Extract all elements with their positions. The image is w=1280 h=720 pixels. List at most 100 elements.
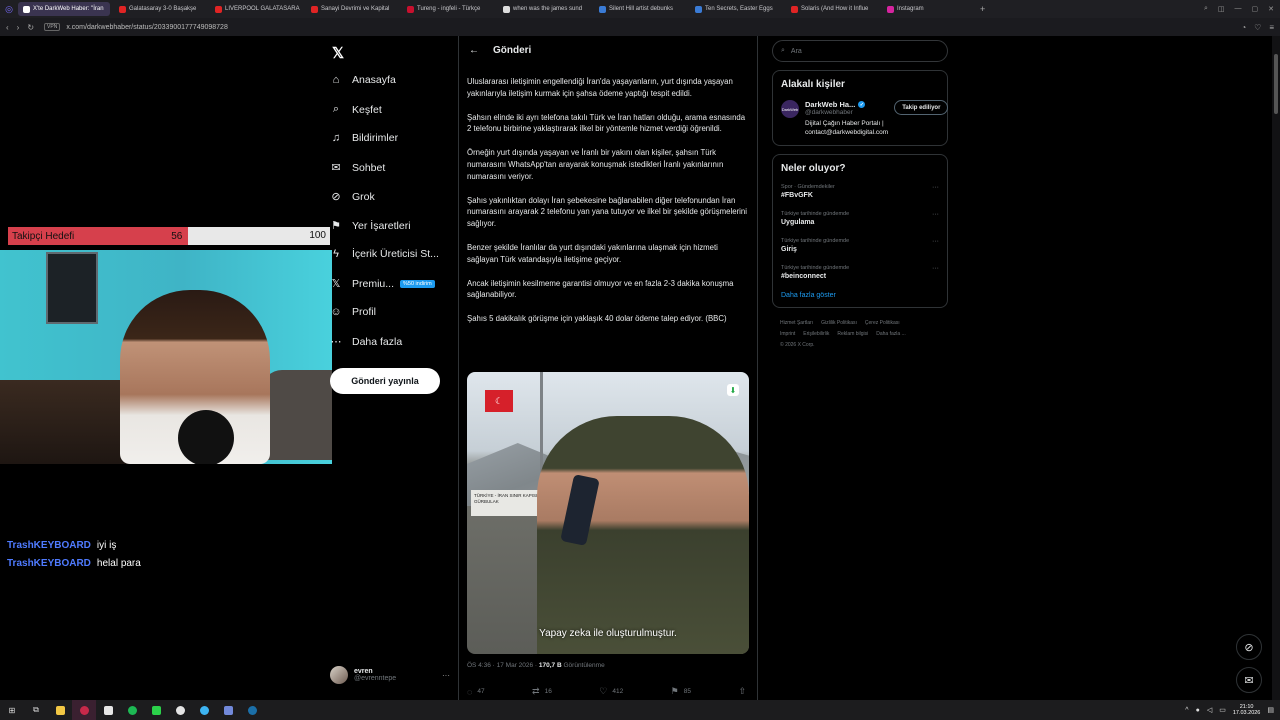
obs-icon[interactable] bbox=[168, 700, 192, 720]
scrollbar-thumb[interactable] bbox=[1274, 54, 1278, 114]
browser-tab[interactable]: Galatasaray 3-0 Başakşe bbox=[114, 2, 206, 16]
trend-item[interactable]: Spor · Gündemdekiler #FBvGFK ··· bbox=[781, 184, 939, 199]
app-icon[interactable] bbox=[144, 700, 168, 720]
browser-tab[interactable]: when was the james sund bbox=[498, 2, 590, 16]
share-button[interactable]: ⇧ bbox=[738, 686, 751, 697]
more-icon[interactable]: ··· bbox=[932, 238, 939, 245]
account-switcher[interactable]: evren @evrenntepe ··· bbox=[330, 666, 450, 684]
nav-item-label: Sohbet bbox=[352, 161, 386, 174]
chat-icon[interactable]: ◔ bbox=[1241, 23, 1246, 32]
like-button[interactable]: ♡ 412 bbox=[599, 686, 623, 697]
vpn-badge[interactable]: VPN bbox=[44, 23, 61, 31]
window-controls: ⌕ ◫ — ▢ ✕ bbox=[1204, 5, 1280, 13]
maximize-icon[interactable]: ▢ bbox=[1252, 5, 1259, 13]
browser-tab[interactable]: Silent Hill artist debunks bbox=[594, 2, 686, 16]
related-name[interactable]: DarkWeb Ha... bbox=[805, 100, 855, 109]
back-arrow-icon[interactable]: ← bbox=[469, 45, 479, 56]
microphone-icon[interactable]: ● bbox=[1196, 707, 1200, 714]
x-logo-icon[interactable]: 𝕏 bbox=[330, 44, 344, 62]
footer-link[interactable]: Hizmet Şartları bbox=[780, 320, 813, 326]
search-tabs-icon[interactable]: ⌕ bbox=[1204, 5, 1208, 13]
close-icon[interactable]: ✕ bbox=[1268, 5, 1274, 13]
more-icon[interactable]: ··· bbox=[932, 211, 939, 218]
nav-item-person[interactable]: ☺ Profil bbox=[330, 306, 376, 318]
nav-item-lightning[interactable]: ϟ İçerik Üreticisi St... bbox=[330, 248, 439, 260]
minimize-icon[interactable]: — bbox=[1235, 5, 1242, 13]
post-image[interactable]: ☾ TÜRKİYE - İRAN SINIR KAPISI GÜRBULAK ⬇… bbox=[467, 372, 749, 654]
footer-link[interactable]: Daha fazla ... bbox=[876, 331, 905, 337]
task-view-icon[interactable]: ⧉ bbox=[24, 700, 48, 720]
repost-button[interactable]: ⇄ 16 bbox=[532, 686, 552, 697]
file-explorer-icon[interactable] bbox=[48, 700, 72, 720]
avatar[interactable]: DarkWeb bbox=[781, 100, 799, 118]
bookmark-toolbar-icon[interactable]: ♡ bbox=[1254, 23, 1261, 32]
more-icon[interactable]: ··· bbox=[932, 184, 939, 191]
more-icon[interactable]: ··· bbox=[932, 265, 939, 272]
browser-tab[interactable]: LIVERPOOL GALATASARA bbox=[210, 2, 302, 16]
reload-icon[interactable]: ↻ bbox=[27, 23, 34, 32]
related-bio-line[interactable]: contact@darkwebdigital.com bbox=[805, 128, 888, 137]
grok-fab-icon[interactable]: ⊘ bbox=[1236, 634, 1262, 660]
browser-tab[interactable]: X'te DarkWeb Haber: "İran bbox=[18, 2, 110, 16]
scrollbar[interactable] bbox=[1272, 36, 1280, 700]
menu-icon[interactable]: ≡ bbox=[1269, 23, 1274, 32]
post-column: ← Gönderi Uluslararası iletişimin engell… bbox=[458, 36, 758, 702]
trend-item[interactable]: Türkiye tarihinde gündemde #beinconnect ··… bbox=[781, 265, 939, 280]
opera-gx-icon[interactable] bbox=[72, 700, 96, 720]
following-button[interactable]: Takip ediliyor bbox=[894, 100, 949, 115]
search-input[interactable]: ⌕ Ara bbox=[772, 40, 948, 62]
nav-item-x-premium[interactable]: 𝕏 Premiu... %50 indirim bbox=[330, 277, 435, 290]
nav-item-more-circle[interactable]: ⋯ Daha fazla bbox=[330, 335, 403, 349]
nav-item-grok[interactable]: ⊘ Grok bbox=[330, 190, 374, 204]
globe-icon[interactable] bbox=[192, 700, 216, 720]
show-more-link[interactable]: Daha fazla göster bbox=[781, 292, 939, 299]
footer-link[interactable]: Erişilebilirlik bbox=[803, 331, 829, 337]
notification-icon[interactable]: ▤ bbox=[1267, 706, 1274, 714]
url-field[interactable]: x.com/darkwebhaber/status/20339001777490… bbox=[66, 24, 228, 31]
chevron-up-icon[interactable]: ^ bbox=[1185, 707, 1188, 714]
trend-item[interactable]: Türkiye tarihinde gündemde Giriş ··· bbox=[781, 238, 939, 253]
footer-link[interactable]: Imprint bbox=[780, 331, 795, 337]
related-bio-line: Dijital Çağın Haber Portalı | bbox=[805, 120, 884, 127]
action-count: 412 bbox=[612, 688, 624, 695]
start-icon[interactable]: ⊞ bbox=[0, 700, 24, 720]
post-button[interactable]: Gönderi yayınla bbox=[330, 368, 440, 394]
back-icon[interactable]: ‹ bbox=[6, 23, 9, 32]
extensions-icon[interactable]: ◫ bbox=[1218, 5, 1225, 13]
bookmark-button[interactable]: ⚑ 85 bbox=[671, 686, 691, 697]
post-timestamp[interactable]: ÖS 4:36 · 17 Mar 2026 · bbox=[467, 662, 539, 669]
discord-icon[interactable] bbox=[216, 700, 240, 720]
spotify-icon[interactable] bbox=[120, 700, 144, 720]
nav-item-label: Yer İşaretleri bbox=[352, 219, 411, 232]
download-icon[interactable]: ⬇ bbox=[727, 384, 739, 396]
footer-link[interactable]: Çerez Politikası bbox=[865, 320, 900, 326]
nav-item-mail[interactable]: ✉ Sohbet bbox=[330, 161, 386, 175]
footer-link[interactable]: Reklam bilgisi bbox=[837, 331, 868, 337]
volume-icon[interactable]: ◁ bbox=[1207, 706, 1212, 714]
forward-icon[interactable]: › bbox=[17, 23, 20, 32]
more-icon[interactable]: ··· bbox=[442, 671, 450, 680]
nav-item-home[interactable]: ⌂ Anasayfa bbox=[330, 74, 396, 86]
browser-tab[interactable]: Solaris (And How it Influe bbox=[786, 2, 878, 16]
nav-item-bell[interactable]: ♫ Bildirimler bbox=[330, 132, 398, 144]
related-user[interactable]: DarkWeb DarkWeb Ha... ✓ @darkwebhaber Dij… bbox=[781, 100, 949, 137]
browser-tab[interactable]: Ten Secrets, Easter Eggs bbox=[690, 2, 782, 16]
reply-button[interactable]: ◌ 47 bbox=[467, 686, 485, 697]
background-cushion bbox=[262, 370, 332, 460]
related-handle: @darkwebhaber bbox=[805, 109, 853, 116]
nav-item-search[interactable]: ⌕ Keşfet bbox=[330, 103, 382, 116]
browser-logo-icon[interactable]: ◎ bbox=[0, 0, 18, 18]
views-count: 170,7 B bbox=[538, 662, 562, 669]
steam-icon[interactable] bbox=[240, 700, 264, 720]
nav-item-bookmark[interactable]: ⚑ Yer İşaretleri bbox=[330, 219, 411, 233]
clock[interactable]: 21:10 17.03.2026 bbox=[1233, 704, 1261, 717]
browser-tab[interactable]: Sanayi Devrimi ve Kapital bbox=[306, 2, 398, 16]
trend-item[interactable]: Türkiye tarihinde gündemde Uygulama ··· bbox=[781, 211, 939, 226]
browser-tab[interactable]: Tureng - ingfeli - Türkçe bbox=[402, 2, 494, 16]
new-tab-button[interactable]: + bbox=[980, 4, 985, 14]
footer-link[interactable]: Gizlilik Politikası bbox=[821, 320, 857, 326]
browser-tab[interactable]: Instagram bbox=[882, 2, 974, 16]
notepad-icon[interactable] bbox=[96, 700, 120, 720]
network-icon[interactable]: ▭ bbox=[1219, 706, 1226, 714]
messages-fab-icon[interactable]: ✉ bbox=[1236, 667, 1262, 693]
